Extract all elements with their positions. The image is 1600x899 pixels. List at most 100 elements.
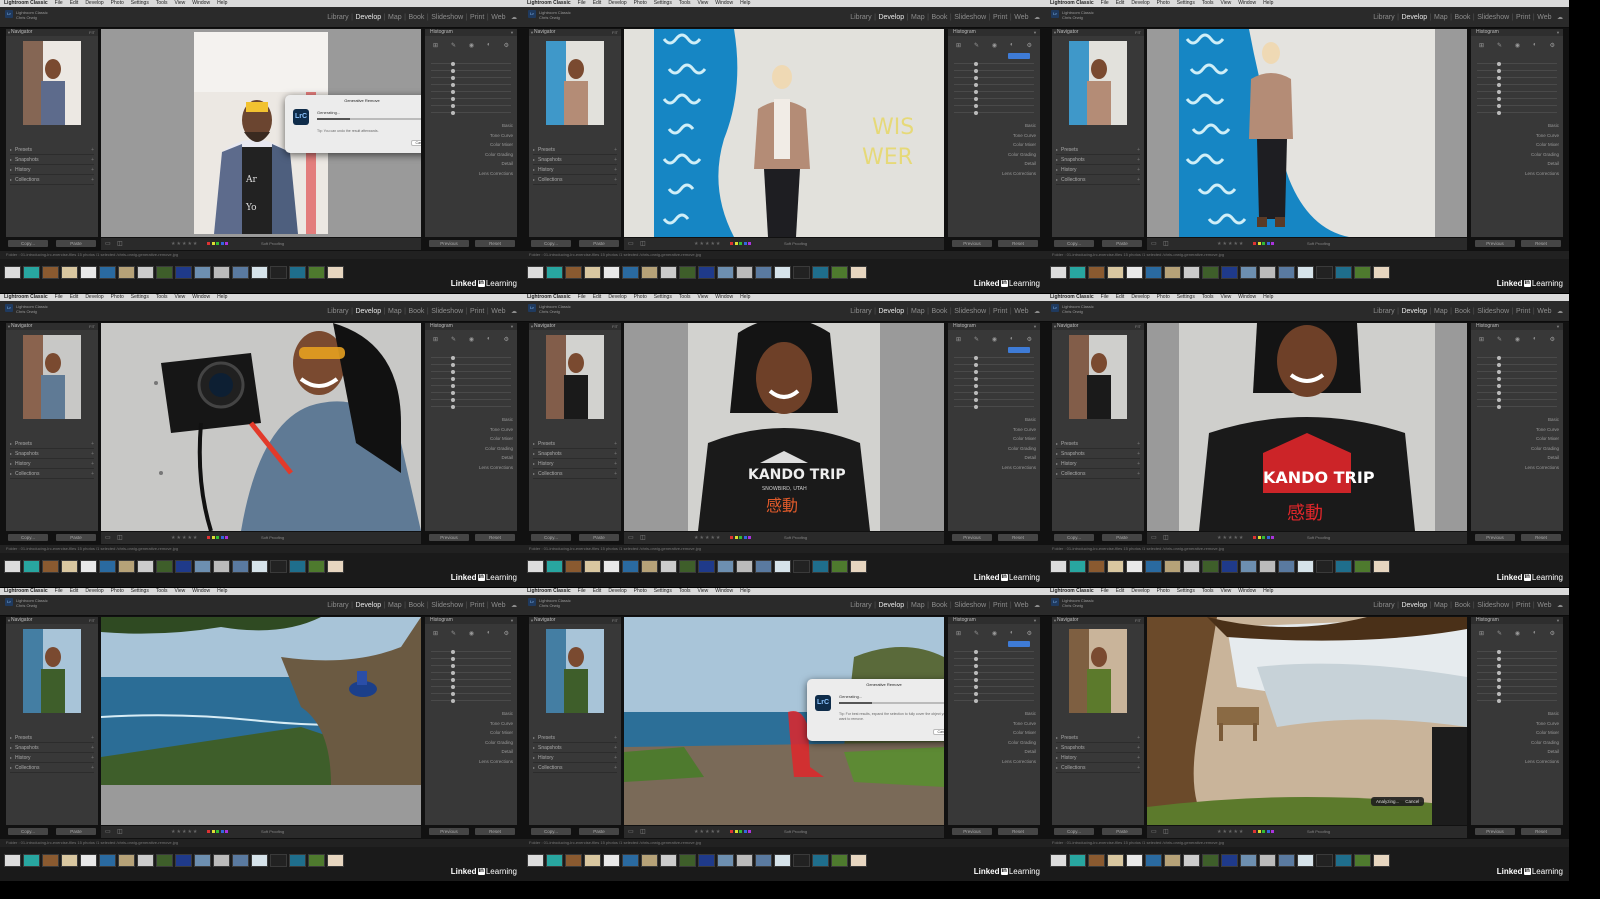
navigator-preview[interactable] — [546, 41, 604, 125]
adjustment-slider[interactable] — [1477, 82, 1557, 87]
right-panel-section[interactable]: Tone Curve — [1002, 719, 1036, 729]
filmstrip-thumbnail[interactable] — [1202, 560, 1219, 573]
filmstrip-thumbnail[interactable] — [774, 266, 791, 279]
adjustment-slider[interactable] — [1477, 397, 1557, 402]
rating-stars[interactable]: ★★★★★ — [171, 829, 198, 835]
filmstrip-thumbnail[interactable] — [251, 854, 268, 867]
paste-button[interactable]: Paste — [56, 534, 96, 541]
adjustment-slider[interactable] — [1477, 68, 1557, 73]
filmstrip-thumbnail[interactable] — [270, 560, 287, 573]
adjustment-slider[interactable] — [1477, 103, 1557, 108]
previous-button[interactable]: Previous — [429, 534, 469, 541]
paste-button[interactable]: Paste — [579, 534, 619, 541]
module-tab[interactable]: Library — [848, 308, 874, 315]
module-tab[interactable]: Slideshow — [952, 602, 989, 609]
histogram-header[interactable]: Histogram ▼ — [1471, 617, 1563, 624]
right-panel-section[interactable]: Basic — [1002, 415, 1036, 425]
filmstrip-thumbnail[interactable] — [1240, 266, 1257, 279]
adjustment-slider[interactable] — [954, 362, 1034, 367]
cloud-icon[interactable]: ☁ — [511, 308, 517, 315]
remove-icon[interactable]: ✎ — [1497, 42, 1502, 49]
soft-proofing-toggle[interactable]: Soft Proofing — [261, 241, 284, 246]
filmstrip-thumbnail[interactable] — [831, 266, 848, 279]
right-panel-section[interactable]: Basic — [1525, 121, 1559, 131]
adjustment-slider[interactable] — [431, 698, 511, 703]
filmstrip-thumbnail[interactable] — [812, 854, 829, 867]
os-menu-item[interactable]: Settings — [654, 0, 672, 7]
right-panel-section[interactable]: Lens Corrections — [479, 757, 513, 767]
photo-canvas[interactable]: KANDO TRIP SNOWBIRD, UTAH 感動 — [624, 323, 944, 531]
filmstrip-thumbnail[interactable] — [175, 560, 192, 573]
filmstrip-thumbnail[interactable] — [1183, 854, 1200, 867]
right-panel-section[interactable]: Tone Curve — [479, 131, 513, 141]
os-menu-item[interactable]: Tools — [156, 588, 168, 595]
view-mode-icon[interactable]: ▭ — [1151, 534, 1157, 541]
os-menu-item[interactable]: Help — [217, 588, 227, 595]
previous-button[interactable]: Previous — [952, 240, 992, 247]
filmstrip-thumbnail[interactable] — [1088, 266, 1105, 279]
histogram-header[interactable]: Histogram ▼ — [425, 617, 517, 624]
module-tab[interactable]: Print — [467, 602, 486, 609]
adjustment-slider[interactable] — [954, 383, 1034, 388]
adjustment-slider[interactable] — [431, 383, 511, 388]
filmstrip-thumbnail[interactable] — [736, 266, 753, 279]
cloud-icon[interactable]: ☁ — [1557, 602, 1563, 609]
navigator-header[interactable]: ▼ Navigator FIT — [6, 617, 98, 624]
masking-icon[interactable]: ◐ — [487, 630, 491, 637]
os-menu-item[interactable]: Tools — [1202, 0, 1214, 7]
masking-icon[interactable]: ◐ — [1010, 630, 1014, 637]
navigator-preview[interactable] — [23, 629, 81, 713]
preset-icon[interactable]: ⚙ — [1027, 336, 1032, 343]
module-tab[interactable]: Print — [1513, 14, 1532, 21]
adjustment-slider[interactable] — [954, 110, 1034, 115]
filmstrip-thumbnail[interactable] — [213, 854, 230, 867]
module-tab[interactable]: Develop — [353, 14, 384, 21]
os-menu-item[interactable]: Edit — [70, 294, 79, 301]
right-panel-section[interactable]: Basic — [1525, 709, 1559, 719]
filmstrip-thumbnail[interactable] — [4, 266, 21, 279]
right-panel-section[interactable]: Color Grading — [1525, 150, 1559, 160]
module-tab[interactable]: Library — [1371, 308, 1397, 315]
right-panel-section[interactable]: Tone Curve — [479, 719, 513, 729]
filmstrip-thumbnail[interactable] — [546, 560, 563, 573]
right-panel-section[interactable]: Color Grading — [1002, 150, 1036, 160]
filmstrip-thumbnail[interactable] — [1164, 266, 1181, 279]
module-tab[interactable]: Map — [385, 602, 404, 609]
right-panel-section[interactable]: Color Mixer — [1525, 728, 1559, 738]
filmstrip-thumbnail[interactable] — [1107, 266, 1124, 279]
soft-proofing-toggle[interactable]: Soft Proofing — [784, 241, 807, 246]
rating-stars[interactable]: ★★★★★ — [694, 535, 721, 541]
adjustment-slider[interactable] — [431, 656, 511, 661]
filmstrip-thumbnail[interactable] — [1354, 854, 1371, 867]
adjustment-slider[interactable] — [1477, 376, 1557, 381]
left-panel-section[interactable]: History — [533, 753, 617, 763]
filmstrip-thumbnail[interactable] — [1221, 854, 1238, 867]
masking-icon[interactable]: ◐ — [1010, 42, 1014, 49]
color-labels[interactable] — [1253, 830, 1274, 833]
module-tab[interactable]: Web — [1012, 308, 1031, 315]
module-tab[interactable]: Book — [406, 602, 427, 609]
right-panel-section[interactable]: Color Mixer — [1525, 140, 1559, 150]
left-panel-section[interactable]: History — [533, 165, 617, 175]
filmstrip-thumbnail[interactable] — [289, 854, 306, 867]
os-menu-item[interactable]: Settings — [1177, 294, 1195, 301]
previous-button[interactable]: Previous — [952, 534, 992, 541]
left-panel-section[interactable]: History — [10, 165, 94, 175]
view-mode-icon[interactable]: ▭ — [1151, 828, 1157, 835]
os-menu-item[interactable]: Edit — [70, 588, 79, 595]
adjustment-slider[interactable] — [431, 677, 511, 682]
module-tab[interactable]: Map — [908, 308, 927, 315]
filmstrip-thumbnail[interactable] — [1145, 560, 1162, 573]
filmstrip-thumbnail[interactable] — [698, 854, 715, 867]
filmstrip-thumbnail[interactable] — [584, 266, 601, 279]
reset-button[interactable]: Reset — [1521, 240, 1561, 247]
color-labels[interactable] — [207, 536, 228, 539]
filmstrip-thumbnail[interactable] — [1069, 266, 1086, 279]
filmstrip-thumbnail[interactable] — [194, 854, 211, 867]
module-tab[interactable]: Develop — [1399, 602, 1430, 609]
left-panel-section[interactable]: Snapshots — [10, 449, 94, 459]
module-tab[interactable]: Book — [929, 308, 950, 315]
adjustment-slider[interactable] — [954, 649, 1034, 654]
os-app-name[interactable]: Lightroom Classic — [4, 294, 48, 301]
filmstrip-thumbnail[interactable] — [850, 560, 867, 573]
